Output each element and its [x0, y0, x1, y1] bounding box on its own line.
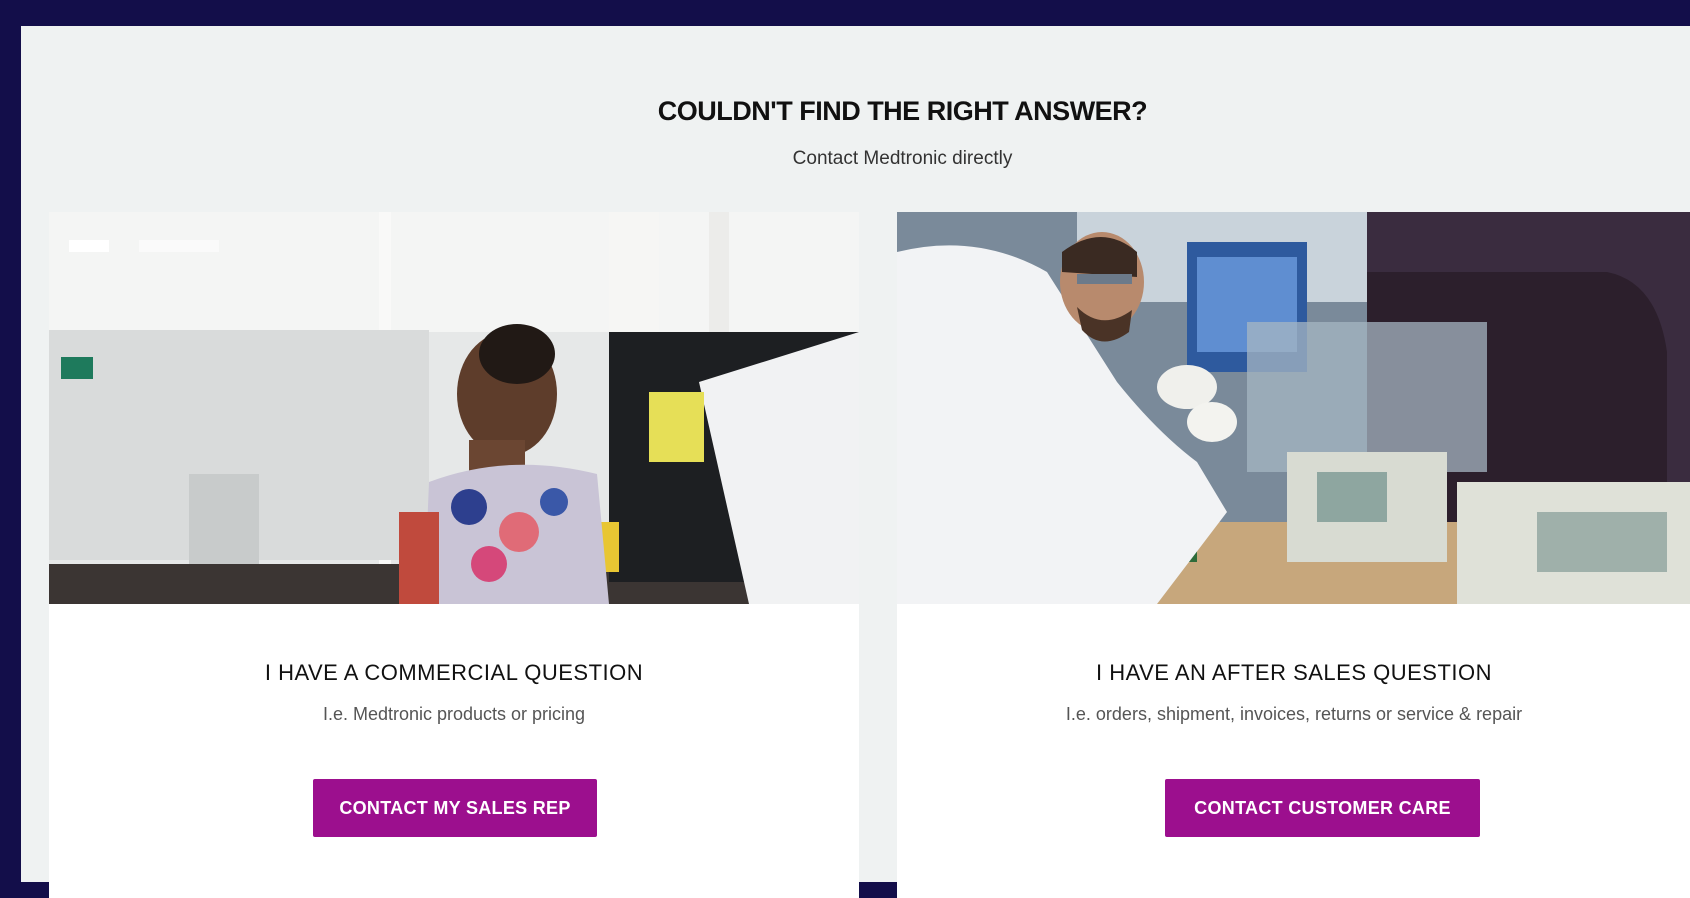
commercial-question-card: I HAVE A COMMERCIAL QUESTION I.e. Medtro…: [49, 212, 859, 898]
woman-at-computer-photo: [49, 212, 859, 604]
commercial-question-description: I.e. Medtronic products or pricing: [322, 704, 586, 724]
section-subtitle: Contact Medtronic directly: [792, 148, 1013, 169]
after-sales-question-description: I.e. orders, shipment, invoices, returns…: [1065, 704, 1523, 724]
after-sales-question-heading: I HAVE AN AFTER SALES QUESTION: [1095, 660, 1493, 685]
commercial-question-heading: I HAVE A COMMERCIAL QUESTION: [264, 660, 644, 685]
contact-section: COULDN'T FIND THE RIGHT ANSWER? Contact …: [21, 26, 1690, 898]
contact-customer-care-button[interactable]: CONTACT CUSTOMER CARE: [1165, 779, 1480, 837]
contact-sales-rep-button[interactable]: CONTACT MY SALES REP: [313, 779, 597, 837]
section-title: COULDN'T FIND THE RIGHT ANSWER?: [657, 96, 1148, 126]
after-sales-question-card: I HAVE AN AFTER SALES QUESTION I.e. orde…: [897, 212, 1690, 898]
lab-technician-photo: [897, 212, 1690, 604]
